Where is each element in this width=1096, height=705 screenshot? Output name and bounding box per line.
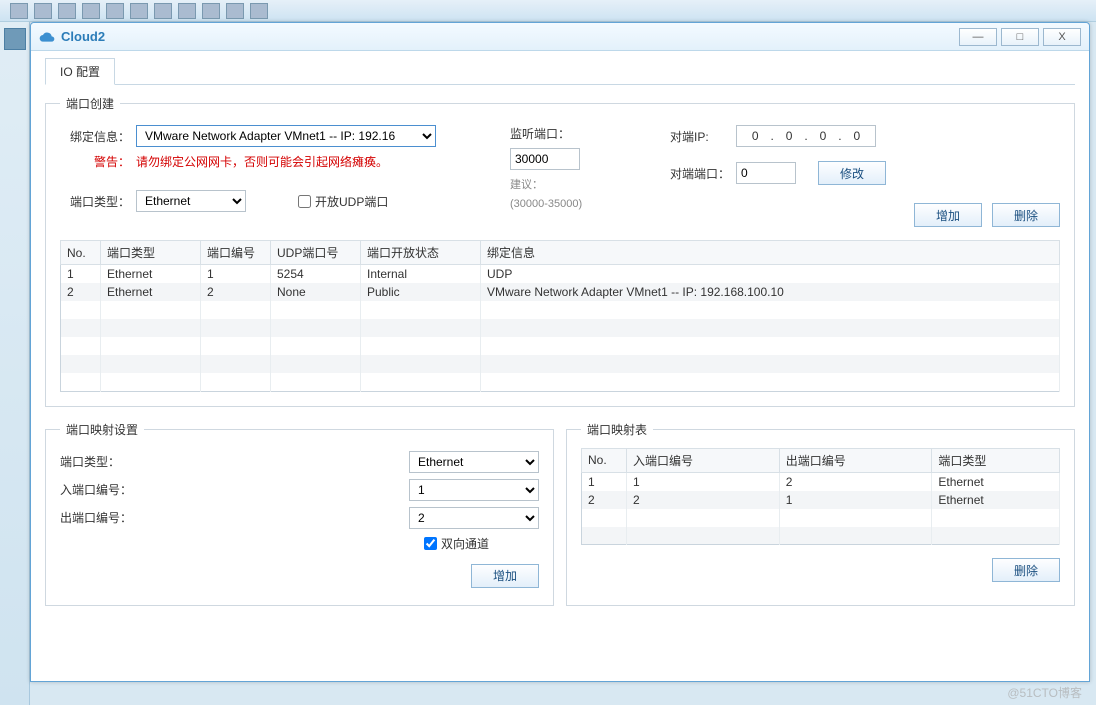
toolbar-icon[interactable] — [106, 3, 124, 19]
out-port-select[interactable]: 2 — [409, 507, 539, 529]
port-map-setting-group: 端口映射设置 端口类型： Ethernet 入端口编号： 1 出端口编号： 2 — [45, 421, 554, 606]
warn-label: 警告： — [60, 153, 130, 170]
toolbar-icon[interactable] — [130, 3, 148, 19]
sidebar-device-icon[interactable] — [4, 28, 26, 50]
cloud-icon — [39, 29, 55, 45]
table-row[interactable]: 112Ethernet — [582, 472, 1060, 491]
peer-ip-label: 对端IP: — [670, 128, 730, 145]
bind-info-select[interactable]: VMware Network Adapter VMnet1 -- IP: 192… — [136, 125, 436, 147]
minimize-button[interactable]: — — [959, 28, 997, 46]
in-port-select[interactable]: 1 — [409, 479, 539, 501]
toolbar-icon[interactable] — [178, 3, 196, 19]
toolbar-icon[interactable] — [10, 3, 28, 19]
app-toolbar — [0, 0, 1096, 22]
open-udp-checkbox[interactable]: 开放UDP端口 — [298, 193, 388, 210]
table-row[interactable]: 221Ethernet — [582, 491, 1060, 509]
close-button[interactable]: X — [1043, 28, 1081, 46]
tab-io-config[interactable]: IO 配置 — [45, 58, 115, 85]
maximize-button[interactable]: □ — [1001, 28, 1039, 46]
map-setting-legend: 端口映射设置 — [60, 421, 144, 438]
peer-ip-input[interactable]: 0. 0. 0. 0 — [736, 125, 876, 147]
toolbar-icon[interactable] — [34, 3, 52, 19]
add-map-button[interactable]: 增加 — [471, 564, 539, 588]
port-map-table-group: 端口映射表 No. 入端口编号 出端口编号 端口类型 112Ethernet 2… — [566, 421, 1075, 606]
in-port-label: 入端口编号： — [60, 481, 150, 498]
toolbar-icon[interactable] — [82, 3, 100, 19]
port-type-select[interactable]: Ethernet — [136, 190, 246, 212]
suggest-label: 建议： — [510, 176, 543, 192]
port-create-group: 端口创建 绑定信息： VMware Network Adapter VMnet1… — [45, 95, 1075, 407]
peer-port-input[interactable] — [736, 162, 796, 184]
table-row[interactable]: 1Ethernet15254InternalUDP — [61, 265, 1060, 284]
map-table[interactable]: No. 入端口编号 出端口编号 端口类型 112Ethernet 221Ethe… — [581, 448, 1060, 546]
map-port-type-select[interactable]: Ethernet — [409, 451, 539, 473]
modify-button[interactable]: 修改 — [818, 161, 886, 185]
watermark: @51CTO博客 — [1007, 684, 1082, 701]
titlebar: Cloud2 — □ X — [31, 23, 1089, 51]
cloud2-window: Cloud2 — □ X IO 配置 端口创建 绑定信息： VMware Net… — [30, 22, 1090, 682]
toolbar-icon[interactable] — [202, 3, 220, 19]
table-row[interactable]: 2Ethernet2NonePublicVMware Network Adapt… — [61, 283, 1060, 301]
open-udp-check[interactable] — [298, 195, 311, 208]
delete-map-button[interactable]: 删除 — [992, 558, 1060, 582]
toolbar-icon[interactable] — [58, 3, 76, 19]
listen-port-input[interactable] — [510, 148, 580, 170]
delete-port-button[interactable]: 删除 — [992, 203, 1060, 227]
listen-port-label: 监听端口： — [510, 125, 570, 142]
toolbar-icon[interactable] — [154, 3, 172, 19]
map-port-type-label: 端口类型： — [60, 453, 150, 470]
add-port-button[interactable]: 增加 — [914, 203, 982, 227]
peer-port-label: 对端端口： — [670, 165, 730, 182]
map-table-legend: 端口映射表 — [581, 421, 653, 438]
warn-text: 请勿绑定公网网卡，否则可能会引起网络瘫痪。 — [136, 153, 388, 170]
port-create-legend: 端口创建 — [60, 95, 120, 112]
toolbar-icon[interactable] — [226, 3, 244, 19]
bidir-checkbox[interactable]: 双向通道 — [424, 535, 489, 552]
bidir-check[interactable] — [424, 537, 437, 550]
tab-row: IO 配置 — [45, 59, 1075, 85]
port-table[interactable]: No. 端口类型 端口编号 UDP端口号 端口开放状态 绑定信息 1Ethern… — [60, 240, 1060, 392]
out-port-label: 出端口编号： — [60, 509, 150, 526]
toolbar-icon[interactable] — [250, 3, 268, 19]
bind-info-label: 绑定信息： — [60, 128, 130, 145]
left-sidebar — [0, 22, 30, 705]
port-type-label: 端口类型： — [60, 193, 130, 210]
window-title: Cloud2 — [61, 29, 105, 44]
suggest-text: (30000-35000) — [510, 198, 582, 210]
